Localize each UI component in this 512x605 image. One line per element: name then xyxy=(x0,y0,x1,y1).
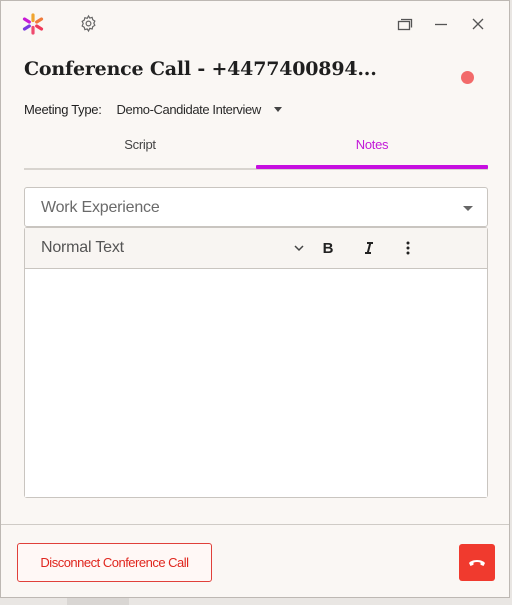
brand-logo-icon xyxy=(22,13,44,35)
restore-window-icon xyxy=(397,18,413,31)
minimize-icon xyxy=(435,23,447,26)
call-title: Conference Call - +4477400894... xyxy=(24,58,377,80)
taskbar-fragment xyxy=(67,598,129,605)
more-vertical-icon xyxy=(406,241,410,255)
text-format-value: Normal Text xyxy=(41,239,124,256)
hangup-button[interactable] xyxy=(459,544,495,581)
footer-divider xyxy=(1,524,509,525)
italic-icon xyxy=(365,242,373,254)
phone-hangup-icon xyxy=(469,559,485,566)
caret-down-icon xyxy=(273,106,282,112)
notes-editor: Normal Text B xyxy=(24,227,488,498)
text-format-select[interactable]: Normal Text xyxy=(25,228,315,268)
bold-button[interactable]: B xyxy=(318,238,338,258)
meeting-type-value: Demo-Candidate Interview xyxy=(116,101,262,117)
caret-down-icon xyxy=(463,206,473,211)
active-tab-indicator xyxy=(256,165,488,169)
notes-section-select[interactable]: Work Experience xyxy=(24,187,488,227)
restore-window-button[interactable] xyxy=(394,13,416,35)
meeting-type-row: Meeting Type: Demo-Candidate Interview xyxy=(24,100,282,118)
chevron-down-icon xyxy=(294,245,304,252)
italic-button[interactable] xyxy=(359,238,379,258)
notes-text-area[interactable] xyxy=(25,269,487,497)
call-status-indicator xyxy=(461,71,474,84)
meeting-type-label: Meeting Type: xyxy=(24,101,102,117)
tab-bar: Script Notes xyxy=(24,129,488,170)
gear-icon[interactable] xyxy=(79,14,98,33)
tab-notes[interactable]: Notes xyxy=(256,129,488,168)
tab-script[interactable]: Script xyxy=(24,129,256,168)
meeting-type-select[interactable]: Demo-Candidate Interview xyxy=(117,102,282,117)
minimize-button[interactable] xyxy=(430,13,452,35)
more-options-button[interactable] xyxy=(398,238,418,258)
close-icon xyxy=(472,18,484,30)
softphone-window: Conference Call - +4477400894... Meeting… xyxy=(0,0,510,598)
notes-section-value: Work Experience xyxy=(41,199,160,216)
editor-toolbar: Normal Text B xyxy=(25,228,487,269)
title-bar xyxy=(1,1,509,47)
disconnect-conference-button[interactable]: Disconnect Conference Call xyxy=(17,543,212,582)
close-button[interactable] xyxy=(467,13,489,35)
